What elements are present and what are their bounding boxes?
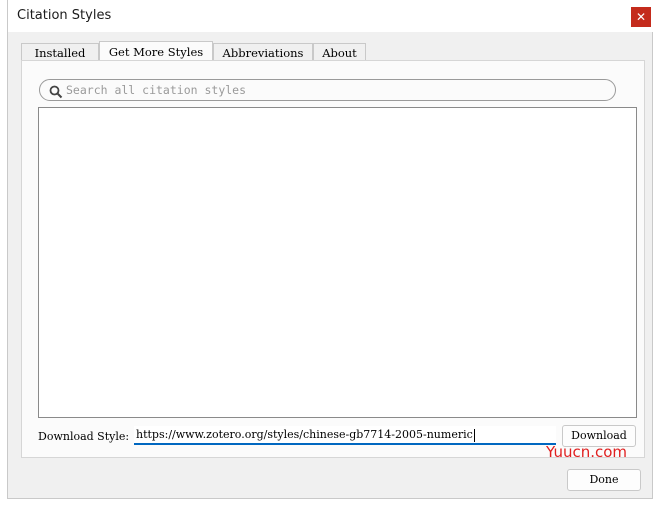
download-url-field[interactable]: https://www.zotero.org/styles/chinese-gb… — [134, 426, 556, 445]
close-icon: ✕ — [635, 10, 647, 24]
tab-installed-label: Installed — [34, 46, 86, 60]
done-button-label: Done — [589, 473, 619, 486]
tab-panel: Download Style: https://www.zotero.org/s… — [21, 60, 645, 458]
tab-installed[interactable]: Installed — [21, 43, 99, 61]
download-url-text: https://www.zotero.org/styles/chinese-gb… — [136, 428, 473, 441]
styles-list[interactable] — [38, 107, 637, 418]
title-bar: Citation Styles ✕ — [8, 0, 654, 32]
text-caret — [473, 428, 475, 442]
window-title: Citation Styles — [17, 8, 112, 23]
tab-about-label: About — [322, 46, 357, 60]
search-icon — [49, 84, 63, 99]
tab-abbreviations[interactable]: Abbreviations — [213, 43, 313, 61]
close-button[interactable]: ✕ — [631, 7, 651, 27]
download-button-label: Download — [571, 429, 627, 442]
tab-get-more-styles[interactable]: Get More Styles — [99, 41, 213, 61]
download-style-label: Download Style: — [38, 430, 130, 443]
search-input[interactable] — [66, 82, 606, 98]
tab-get-more-styles-label: Get More Styles — [108, 45, 204, 59]
tab-about[interactable]: About — [313, 43, 366, 61]
dialog-window: Citation Styles ✕ Installed Get More Sty… — [7, 0, 654, 499]
search-box[interactable] — [39, 79, 616, 101]
watermark-text: Yuucn.com — [546, 443, 628, 461]
done-button[interactable]: Done — [567, 469, 641, 491]
tab-abbreviations-label: Abbreviations — [222, 46, 304, 60]
